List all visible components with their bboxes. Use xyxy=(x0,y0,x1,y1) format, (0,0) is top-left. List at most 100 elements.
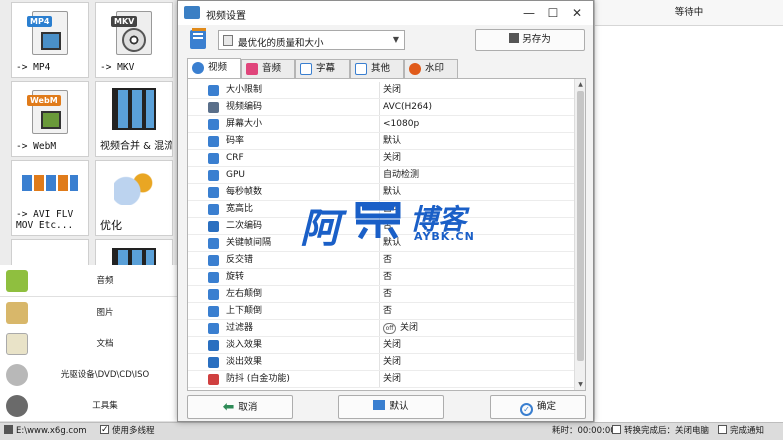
tile-optimize[interactable]: 优化 xyxy=(95,160,173,236)
mkv-file-icon: MKV xyxy=(111,11,152,55)
tile-to-avi-flv-mov[interactable]: -> AVI FLV MOV Etc... xyxy=(11,160,89,236)
other-icon xyxy=(355,63,367,75)
status-header: 等待中 xyxy=(595,0,783,26)
setting-value[interactable]: 默认 xyxy=(383,133,401,149)
watermark-logo: 阿 博客 AYBK.CN xyxy=(300,201,475,252)
settings-row[interactable]: 左右颠倒 否 xyxy=(188,286,575,303)
category-audio[interactable]: 音频 xyxy=(0,265,178,297)
settings-row[interactable]: CRF 关闭 xyxy=(188,150,575,167)
tab-watermark[interactable]: 水印 xyxy=(404,59,458,78)
category-picture[interactable]: 图片 xyxy=(0,297,178,329)
setting-value[interactable]: <1080p xyxy=(383,116,419,132)
scrollbar-thumb[interactable] xyxy=(577,91,584,361)
deinterlace-icon xyxy=(208,255,219,266)
video-settings-icon xyxy=(184,6,200,19)
setting-label: 屏幕大小 xyxy=(226,119,263,129)
cancel-button[interactable]: ⬅ 取消 xyxy=(187,395,293,419)
elapsed-time: 耗时：00:00:00 xyxy=(552,426,616,436)
flip-horizontal-icon xyxy=(208,289,219,300)
settings-row[interactable]: 过滤器 off 关闭 xyxy=(188,320,575,337)
setting-value[interactable]: 关闭 xyxy=(383,150,401,166)
setting-value[interactable]: 否 xyxy=(383,303,392,319)
multithread-checkbox[interactable]: 使用多线程 xyxy=(100,422,155,440)
off-badge-icon: off xyxy=(383,323,396,334)
maximize-icon[interactable]: ☐ xyxy=(543,4,563,22)
settings-row[interactable]: 上下颠倒 否 xyxy=(188,303,575,320)
close-icon[interactable]: ✕ xyxy=(567,4,587,22)
watermark-glyph xyxy=(352,201,404,240)
preset-value: 最优化的质量和大小 xyxy=(238,38,324,49)
setting-value[interactable]: 否 xyxy=(383,286,392,302)
scroll-up-icon[interactable]: ▲ xyxy=(575,79,586,90)
document-icon xyxy=(6,333,28,355)
chevron-down-icon: ▼ xyxy=(392,35,399,44)
watermark-icon xyxy=(409,63,421,75)
category-document[interactable]: 文档 xyxy=(0,328,178,360)
settings-row[interactable]: 大小限制 关闭 xyxy=(188,82,575,99)
music-icon xyxy=(6,270,28,292)
ok-button[interactable]: ✓ 确定 xyxy=(490,395,586,419)
setting-value[interactable]: 关闭 xyxy=(400,320,418,336)
dialog-titlebar: 视频设置 — ☐ ✕ xyxy=(178,1,593,25)
tab-audio[interactable]: 音频 xyxy=(241,59,295,78)
setting-label: 淡出效果 xyxy=(226,357,263,367)
setting-label: 二次编码 xyxy=(226,221,263,231)
tile-label: 视频合并 & 混流 xyxy=(100,141,173,152)
audio-icon xyxy=(246,63,258,75)
gear-optimize-icon xyxy=(114,171,154,205)
tile-to-mp4[interactable]: MP4 -> MP4 xyxy=(11,2,89,78)
setting-value[interactable]: 关闭 xyxy=(383,337,401,353)
setting-value[interactable]: AVC(H264) xyxy=(383,99,432,115)
stabilize-icon xyxy=(208,374,219,385)
category-disc[interactable]: 光驱设备\DVD\CD\ISO xyxy=(0,359,178,391)
preset-icon xyxy=(223,35,233,46)
gpu-icon xyxy=(208,170,219,181)
settings-row[interactable]: 屏幕大小 <1080p xyxy=(188,116,575,133)
back-arrow-icon: ⬅ xyxy=(222,399,235,415)
setting-label: 上下颠倒 xyxy=(226,306,263,316)
setting-value[interactable]: 关闭 xyxy=(383,82,401,98)
codec-icon xyxy=(208,102,219,113)
settings-row[interactable]: 视频编码 AVC(H264) xyxy=(188,99,575,116)
after-convert-checkbox[interactable]: 转换完成后：关闭电脑 xyxy=(612,423,709,440)
printer-icon xyxy=(373,400,386,410)
setting-value[interactable]: 自动检测 xyxy=(383,167,419,183)
aspect-ratio-icon xyxy=(208,204,219,215)
tile-to-webm[interactable]: WebM -> WebM xyxy=(11,81,89,157)
setting-label: CRF xyxy=(226,153,244,163)
settings-row[interactable]: 码率 默认 xyxy=(188,133,575,150)
tab-other[interactable]: 其他 xyxy=(350,59,404,78)
settings-row[interactable]: 淡出效果 关闭 xyxy=(188,354,575,371)
setting-label: 左右颠倒 xyxy=(226,289,263,299)
default-button[interactable]: 默认 xyxy=(338,395,444,419)
tab-subtitle[interactable]: 字幕 xyxy=(295,59,350,78)
settings-row[interactable]: 旋转 否 xyxy=(188,269,575,286)
setting-label: 大小限制 xyxy=(226,85,263,95)
category-tools[interactable]: 工具集 xyxy=(0,390,178,422)
bitrate-icon xyxy=(208,136,219,147)
settings-row[interactable]: 防抖 (白金功能) 关闭 xyxy=(188,371,575,388)
settings-row[interactable]: 淡入效果 关闭 xyxy=(188,337,575,354)
settings-row[interactable]: GPU 自动检测 xyxy=(188,167,575,184)
preset-dropdown[interactable]: 最优化的质量和大小 ▼ xyxy=(218,30,405,50)
save-as-button[interactable]: 另存为 xyxy=(475,29,585,51)
notify-checkbox[interactable]: 完成通知 xyxy=(718,423,764,440)
setting-value[interactable]: 否 xyxy=(383,269,392,285)
settings-row[interactable]: 反交错 否 xyxy=(188,252,575,269)
setting-label: 每秒帧数 xyxy=(226,187,263,197)
keyframe-icon xyxy=(208,238,219,249)
tile-video-merge[interactable]: 视频合并 & 混流 xyxy=(95,81,173,157)
scroll-down-icon[interactable]: ▼ xyxy=(575,379,586,390)
tile-to-mkv[interactable]: MKV -> MKV xyxy=(95,2,173,78)
filter-icon xyxy=(208,323,219,334)
tab-video[interactable]: 视频 xyxy=(187,58,241,79)
output-path[interactable]: E:\www.x6g.com xyxy=(4,423,87,440)
vertical-scrollbar[interactable]: ▲ ▼ xyxy=(574,79,585,390)
setting-value[interactable]: 关闭 xyxy=(383,354,401,370)
setting-value[interactable]: 否 xyxy=(383,252,392,268)
setting-label: 反交错 xyxy=(226,255,254,265)
minimize-icon[interactable]: — xyxy=(519,4,539,22)
check-circle-icon: ✓ xyxy=(519,403,533,416)
webm-file-icon: WebM xyxy=(27,90,68,134)
setting-value[interactable]: 关闭 xyxy=(383,371,401,387)
